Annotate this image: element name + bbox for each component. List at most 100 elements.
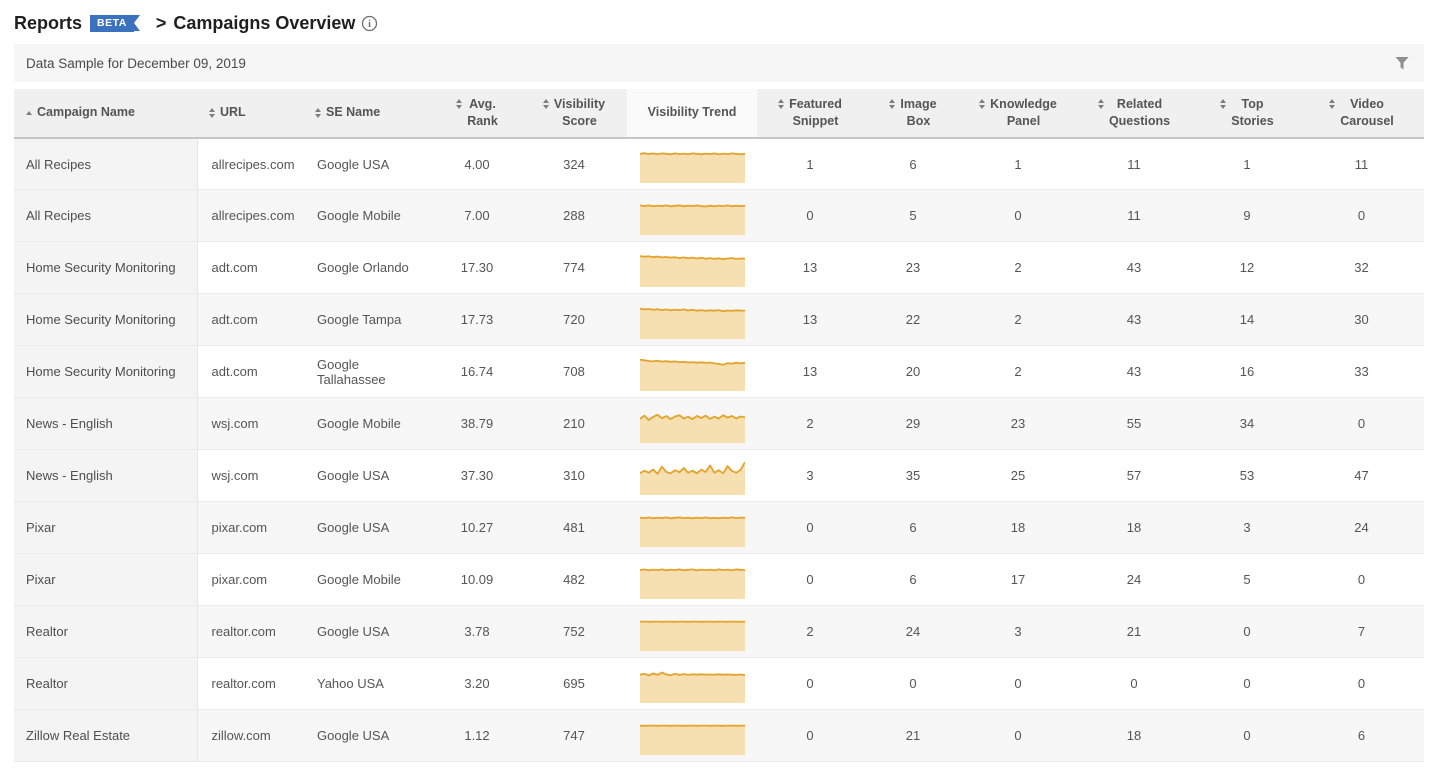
cell-top-stories: 14: [1195, 294, 1299, 346]
sort-updown-icon: [1220, 99, 1226, 109]
cell-top-stories: 5: [1195, 554, 1299, 606]
sort-updown-icon: [778, 99, 784, 109]
cell-visibility-trend: [627, 346, 757, 398]
cell-campaign-name: Home Security Monitoring: [14, 294, 197, 346]
cell-se-name: Yahoo USA: [303, 658, 433, 710]
cell-se-name: Google Orlando: [303, 242, 433, 294]
cell-related-questions: 43: [1073, 294, 1195, 346]
table-body: All Recipes allrecipes.com Google USA 4.…: [14, 138, 1424, 762]
cell-campaign-name: News - English: [14, 450, 197, 502]
cell-video-carousel: 0: [1299, 554, 1424, 606]
cell-visibility-trend: [627, 398, 757, 450]
cell-se-name: Google USA: [303, 502, 433, 554]
cell-related-questions: 11: [1073, 138, 1195, 190]
column-header-image-box[interactable]: Image Box: [863, 89, 963, 138]
data-sample-label: Data Sample for December 09, 2019: [26, 56, 246, 71]
cell-featured-snippet: 0: [757, 658, 863, 710]
cell-avg-rank: 38.79: [433, 398, 521, 450]
table-row: Zillow Real Estate zillow.com Google USA…: [14, 710, 1424, 762]
cell-avg-rank: 10.09: [433, 554, 521, 606]
cell-knowledge-panel: 17: [963, 554, 1073, 606]
sort-updown-icon: [1098, 99, 1104, 109]
column-header-se-name[interactable]: SE Name: [303, 89, 433, 138]
cell-top-stories: 1: [1195, 138, 1299, 190]
column-header-video-carousel[interactable]: Video Carousel: [1299, 89, 1424, 138]
cell-visibility-score: 210: [521, 398, 627, 450]
cell-featured-snippet: 2: [757, 398, 863, 450]
column-header-top-stories[interactable]: Top Stories: [1195, 89, 1299, 138]
cell-top-stories: 34: [1195, 398, 1299, 450]
info-icon[interactable]: i: [361, 15, 378, 32]
cell-visibility-trend: [627, 138, 757, 190]
table-row: All Recipes allrecipes.com Google Mobile…: [14, 190, 1424, 242]
table-row: News - English wsj.com Google Mobile 38.…: [14, 398, 1424, 450]
visibility-trend-sparkline: [640, 561, 745, 599]
filter-icon[interactable]: [1392, 54, 1412, 73]
cell-se-name: Google USA: [303, 710, 433, 762]
cell-video-carousel: 33: [1299, 346, 1424, 398]
cell-related-questions: 43: [1073, 242, 1195, 294]
visibility-trend-sparkline: [640, 405, 745, 443]
column-header-visibility-trend: Visibility Trend: [627, 89, 757, 138]
cell-video-carousel: 47: [1299, 450, 1424, 502]
cell-top-stories: 12: [1195, 242, 1299, 294]
cell-visibility-trend: [627, 450, 757, 502]
cell-top-stories: 16: [1195, 346, 1299, 398]
column-header-related-questions[interactable]: Related Questions: [1073, 89, 1195, 138]
table-row: Home Security Monitoring adt.com Google …: [14, 294, 1424, 346]
cell-top-stories: 0: [1195, 658, 1299, 710]
cell-url: adt.com: [197, 242, 303, 294]
cell-url: wsj.com: [197, 450, 303, 502]
cell-top-stories: 9: [1195, 190, 1299, 242]
visibility-trend-sparkline: [640, 717, 745, 755]
cell-knowledge-panel: 3: [963, 606, 1073, 658]
cell-knowledge-panel: 2: [963, 294, 1073, 346]
visibility-trend-sparkline: [640, 249, 745, 287]
column-header-url[interactable]: URL: [197, 89, 303, 138]
cell-knowledge-panel: 2: [963, 346, 1073, 398]
cell-campaign-name: All Recipes: [14, 138, 197, 190]
cell-featured-snippet: 13: [757, 294, 863, 346]
cell-featured-snippet: 0: [757, 190, 863, 242]
cell-video-carousel: 7: [1299, 606, 1424, 658]
table-row: Home Security Monitoring adt.com Google …: [14, 346, 1424, 398]
beta-badge: BETA: [90, 15, 134, 32]
cell-visibility-score: 288: [521, 190, 627, 242]
cell-visibility-trend: [627, 190, 757, 242]
cell-knowledge-panel: 0: [963, 658, 1073, 710]
column-header-featured-snippet[interactable]: Featured Snippet: [757, 89, 863, 138]
breadcrumb-reports[interactable]: Reports: [14, 13, 82, 34]
cell-visibility-trend: [627, 606, 757, 658]
cell-video-carousel: 0: [1299, 398, 1424, 450]
sort-updown-icon: [1329, 99, 1335, 109]
column-header-visibility-score[interactable]: Visibility Score: [521, 89, 627, 138]
cell-video-carousel: 24: [1299, 502, 1424, 554]
sort-updown-icon: [889, 99, 895, 109]
cell-featured-snippet: 0: [757, 554, 863, 606]
cell-avg-rank: 37.30: [433, 450, 521, 502]
cell-campaign-name: All Recipes: [14, 190, 197, 242]
table-row: Home Security Monitoring adt.com Google …: [14, 242, 1424, 294]
column-header-avg-rank[interactable]: Avg. Rank: [433, 89, 521, 138]
cell-campaign-name: Pixar: [14, 554, 197, 606]
cell-knowledge-panel: 25: [963, 450, 1073, 502]
cell-visibility-trend: [627, 502, 757, 554]
page-header: Reports BETA > Campaigns Overview i: [0, 0, 1434, 44]
cell-se-name: Google Mobile: [303, 554, 433, 606]
cell-knowledge-panel: 23: [963, 398, 1073, 450]
cell-url: allrecipes.com: [197, 138, 303, 190]
sort-updown-icon: [315, 108, 321, 118]
cell-visibility-trend: [627, 554, 757, 606]
data-sample-bar: Data Sample for December 09, 2019: [14, 44, 1424, 82]
column-header-campaign-name[interactable]: Campaign Name: [14, 89, 197, 138]
table-row: News - English wsj.com Google USA 37.30 …: [14, 450, 1424, 502]
table-row: Pixar pixar.com Google Mobile 10.09 482 …: [14, 554, 1424, 606]
cell-avg-rank: 17.73: [433, 294, 521, 346]
cell-featured-snippet: 1: [757, 138, 863, 190]
visibility-trend-sparkline: [640, 613, 745, 651]
cell-se-name: Google Tampa: [303, 294, 433, 346]
cell-se-name: Google USA: [303, 606, 433, 658]
column-header-knowledge-panel[interactable]: Knowledge Panel: [963, 89, 1073, 138]
cell-campaign-name: News - English: [14, 398, 197, 450]
cell-avg-rank: 3.20: [433, 658, 521, 710]
